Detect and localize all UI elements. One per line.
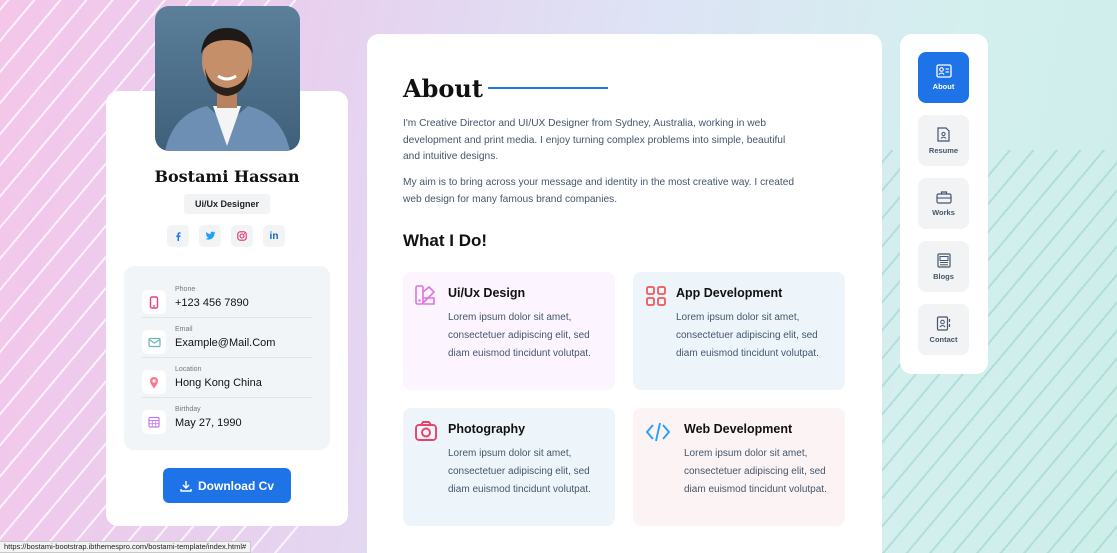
contact-icon: [936, 315, 951, 331]
contact-label: Email: [175, 326, 193, 333]
briefcase-icon: [935, 191, 952, 204]
grid-icon: [646, 286, 666, 306]
contact-value: Hong Kong China: [175, 377, 262, 389]
divider: [142, 357, 312, 358]
nav-item-blogs[interactable]: Blogs: [918, 241, 969, 292]
blog-icon: [937, 252, 951, 268]
service-description: Lorem ipsum dolor sit amet, consectetuer…: [448, 448, 591, 496]
camera-icon: [415, 421, 437, 441]
twitter-icon[interactable]: [199, 225, 221, 247]
contact-value: +123 456 7890: [175, 297, 249, 309]
contact-value: May 27, 1990: [175, 417, 242, 429]
service-title: Ui/Ux Design: [448, 286, 526, 300]
service-description: Lorem ipsum dolor sit amet, consectetuer…: [676, 312, 819, 360]
profile-role-badge: Ui/Ux Designer: [184, 194, 270, 214]
download-icon: [180, 480, 192, 492]
contact-location: Location Hong Kong China: [142, 366, 312, 406]
browser-status-url: https://bostami-bootstrap.ibthemespro.co…: [0, 541, 252, 553]
avatar-photo: [165, 28, 290, 151]
contact-email: Email Example@Mail.Com: [142, 326, 312, 366]
contact-label: Location: [175, 366, 202, 373]
profile-name: Bostami Hassan: [154, 167, 300, 186]
download-cv-button[interactable]: Download Cv: [163, 468, 291, 503]
location-icon: [142, 370, 166, 394]
nav-label: Works: [932, 208, 955, 217]
service-card-app-development: App Development Lorem ipsum dolor sit am…: [633, 272, 845, 390]
page-title: About: [403, 74, 483, 103]
nav-label: Resume: [928, 145, 959, 155]
service-card-web-development: Web Development Lorem ipsum dolor sit am…: [633, 408, 845, 526]
social-links: in: [167, 225, 285, 247]
nav-item-works[interactable]: Works: [918, 178, 969, 229]
title-underline: [488, 87, 608, 89]
contact-label: Birthday: [175, 406, 201, 413]
phone-icon: [142, 290, 166, 314]
contact-label: Phone: [175, 286, 196, 293]
contact-phone: Phone +123 456 7890: [142, 286, 312, 326]
facebook-icon[interactable]: [167, 225, 189, 247]
about-icon: [935, 64, 952, 78]
about-paragraph-2: My aim is to bring across your message a…: [403, 177, 795, 205]
section-title-what-i-do: What I Do!: [403, 231, 488, 250]
instagram-icon[interactable]: [231, 225, 253, 247]
code-icon: [645, 422, 671, 442]
service-title: App Development: [676, 286, 783, 300]
nav-item-contact[interactable]: Contact: [918, 304, 969, 355]
resume-icon: [937, 126, 950, 142]
nav-label: Contact: [929, 334, 958, 344]
divider: [142, 317, 312, 318]
service-card-uiux: Ui/Ux Design Lorem ipsum dolor sit amet,…: [403, 272, 615, 390]
linkedin-icon[interactable]: in: [263, 225, 285, 247]
contact-birthday: Birthday May 27, 1990: [142, 406, 312, 446]
nav-item-about[interactable]: About: [918, 52, 969, 103]
service-title: Web Development: [684, 422, 793, 436]
contact-info-box: Phone +123 456 7890 Email Example@Mail.C…: [124, 266, 330, 450]
nav-label: About: [932, 82, 955, 91]
service-description: Lorem ipsum dolor sit amet, consectetuer…: [448, 312, 591, 360]
nav-item-resume[interactable]: Resume: [918, 115, 969, 166]
avatar: [155, 6, 300, 151]
design-icon: [415, 285, 436, 305]
service-title: Photography: [448, 422, 526, 436]
service-description: Lorem ipsum dolor sit amet, consectetuer…: [684, 448, 827, 496]
calendar-icon: [142, 410, 166, 434]
divider: [142, 397, 312, 398]
email-icon: [142, 330, 166, 354]
service-card-photography: Photography Lorem ipsum dolor sit amet, …: [403, 408, 615, 526]
about-paragraph-1: I'm Creative Director and UI/UX Designer…: [403, 118, 786, 162]
download-cv-label: Download Cv: [197, 478, 274, 493]
nav-label: Blogs: [933, 271, 954, 281]
contact-value: Example@Mail.Com: [175, 337, 276, 349]
